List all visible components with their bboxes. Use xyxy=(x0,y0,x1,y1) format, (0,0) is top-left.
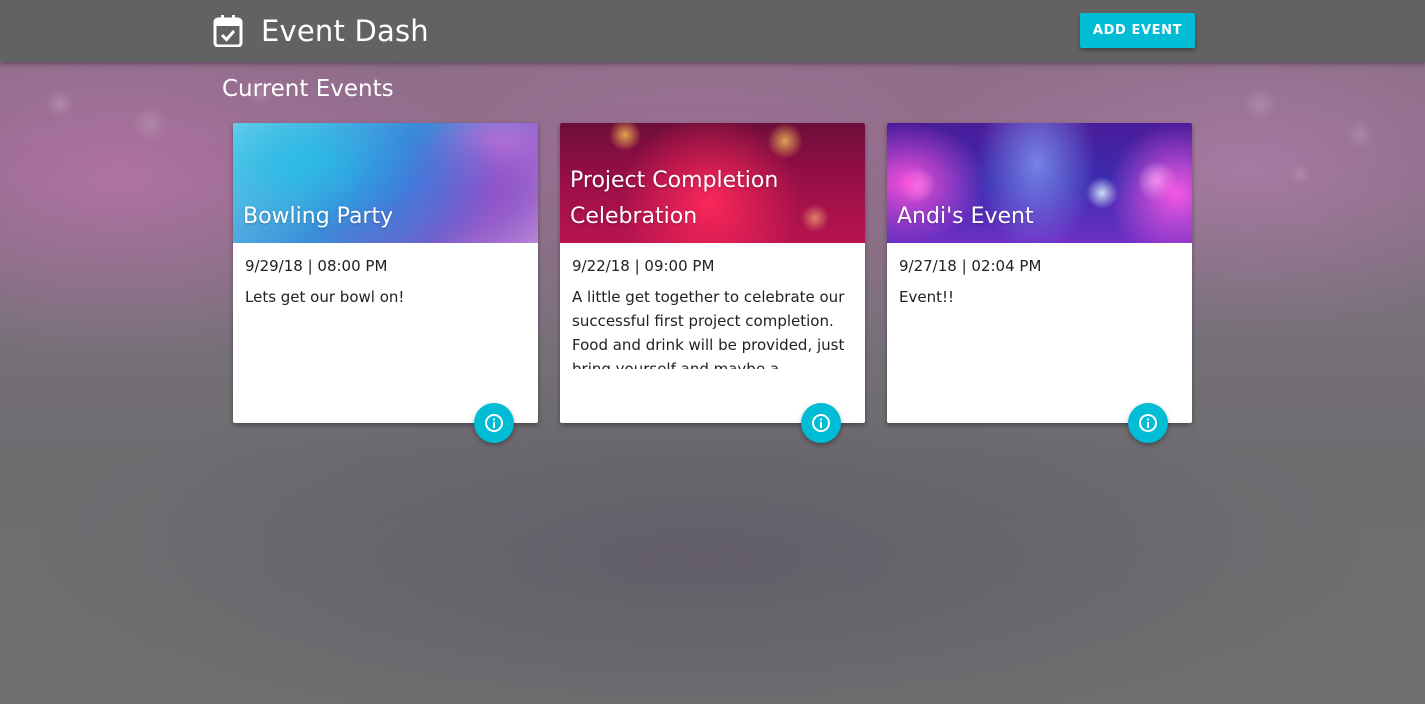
top-app-bar: Event Dash ADD EVENT xyxy=(0,0,1425,62)
event-datetime: 9/22/18 | 09:00 PM xyxy=(572,257,715,275)
app-title: Event Dash xyxy=(261,14,429,48)
event-content: 9/27/18 | 02:04 PM Event!! xyxy=(887,243,1192,369)
event-content: 9/29/18 | 08:00 PM Lets get our bowl on! xyxy=(233,243,538,369)
event-card[interactable]: Andi's Event 9/27/18 | 02:04 PM Event!! xyxy=(887,123,1192,443)
fireworks-image: Project Completion Celebration xyxy=(560,123,865,243)
event-datetime: 9/27/18 | 02:04 PM xyxy=(899,257,1042,275)
event-info-button[interactable] xyxy=(1128,403,1168,443)
event-description: Event!! xyxy=(899,288,954,306)
brand: Event Dash xyxy=(213,11,429,51)
event-info-button[interactable] xyxy=(474,403,514,443)
stage-lights-image: Andi's Event xyxy=(887,123,1192,243)
event-description: A little get together to celebrate our s… xyxy=(572,288,845,369)
event-title: Bowling Party xyxy=(243,204,394,229)
info-icon xyxy=(484,413,504,433)
info-icon xyxy=(1138,413,1158,433)
event-card[interactable]: Project Completion Celebration 9/22/18 |… xyxy=(560,123,865,443)
info-icon xyxy=(811,413,831,433)
event-card[interactable]: Bowling Party 9/29/18 | 08:00 PM Lets ge… xyxy=(233,123,538,443)
event-title: Andi's Event xyxy=(897,204,1034,229)
event-info-button[interactable] xyxy=(801,403,841,443)
calendar-check-icon xyxy=(213,15,243,47)
event-datetime: 9/29/18 | 08:00 PM xyxy=(245,257,388,275)
watercolor-image: Bowling Party xyxy=(233,123,538,243)
event-content: 9/22/18 | 09:00 PM A little get together… xyxy=(560,243,865,369)
event-title: Project Completion Celebration xyxy=(570,168,779,229)
event-description: Lets get our bowl on! xyxy=(245,288,405,306)
section-title: Current Events xyxy=(222,76,394,102)
add-event-button[interactable]: ADD EVENT xyxy=(1080,13,1195,48)
